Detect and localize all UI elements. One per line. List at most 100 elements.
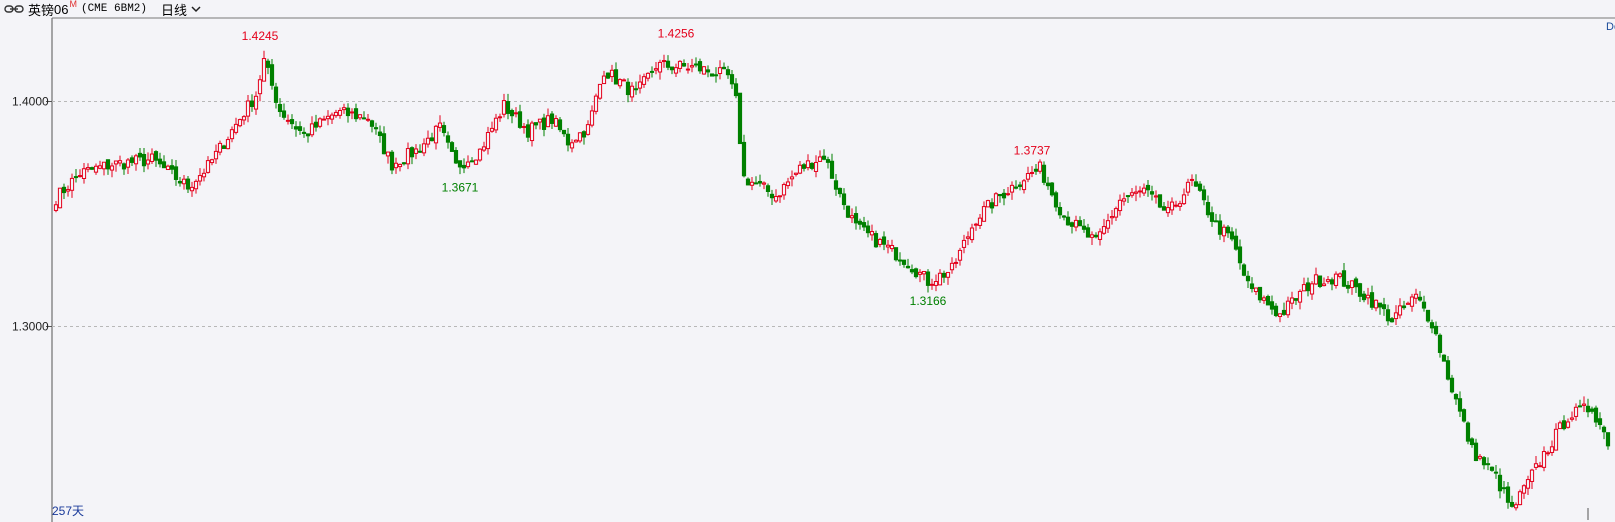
candle[interactable] [545,108,551,128]
candle[interactable] [637,74,643,94]
candle[interactable] [525,119,531,143]
candle[interactable] [145,152,151,170]
candle[interactable] [445,131,451,149]
candle[interactable] [1469,437,1475,448]
candle[interactable] [1513,502,1519,511]
candle[interactable] [1181,188,1187,206]
candle[interactable] [317,117,323,129]
candle[interactable] [537,118,543,130]
candle[interactable] [1573,403,1579,421]
candle[interactable] [1553,423,1559,451]
candle[interactable] [1213,213,1219,223]
candle[interactable] [1517,489,1523,506]
candle[interactable] [149,148,155,165]
candle[interactable] [865,220,871,238]
candle[interactable] [1165,200,1171,217]
candle[interactable] [941,270,947,283]
candle[interactable] [617,78,623,89]
candle[interactable] [541,113,547,137]
candle[interactable] [1001,189,1007,206]
candle[interactable] [717,60,723,80]
candle[interactable] [425,130,431,148]
candle[interactable] [1601,425,1607,440]
candle[interactable] [469,157,475,163]
candle[interactable] [441,121,447,137]
candle[interactable] [1145,180,1151,197]
candle[interactable] [1497,468,1503,499]
candle[interactable] [453,147,459,164]
candle[interactable] [785,177,791,189]
candle[interactable] [1117,194,1123,216]
candle[interactable] [885,239,891,254]
candle[interactable] [201,168,207,182]
candle[interactable] [1577,399,1583,408]
candle[interactable] [157,152,163,168]
candle[interactable] [565,127,571,152]
candle[interactable] [713,67,719,83]
candle[interactable] [477,148,483,162]
candle[interactable] [1077,216,1083,227]
candle[interactable] [61,183,67,199]
candle[interactable] [557,116,563,133]
candle[interactable] [1189,174,1195,187]
candle[interactable] [665,55,671,71]
candle[interactable] [1369,285,1375,310]
candle[interactable] [973,222,979,231]
candle[interactable] [89,166,95,170]
candle[interactable] [1089,231,1095,245]
candle[interactable] [185,176,191,193]
candle[interactable] [233,117,239,135]
candle[interactable] [181,174,187,190]
candle[interactable] [1053,190,1059,212]
candle[interactable] [841,188,847,210]
candle[interactable] [137,148,143,161]
candle[interactable] [549,111,555,129]
candle[interactable] [1433,321,1439,336]
candle[interactable] [265,58,271,75]
candle[interactable] [97,160,103,170]
candle[interactable] [1209,206,1215,227]
candle[interactable] [1425,309,1431,323]
candle[interactable] [1557,420,1563,430]
candle[interactable] [1289,291,1295,310]
candle[interactable] [1445,356,1451,381]
candle[interactable] [581,130,587,145]
candle[interactable] [1493,465,1499,479]
candle[interactable] [781,182,787,200]
candle[interactable] [901,259,907,268]
candle[interactable] [449,140,455,152]
candle[interactable] [285,114,291,125]
candle[interactable] [209,158,215,166]
candle[interactable] [493,113,499,134]
candle[interactable] [1037,159,1043,174]
candle[interactable] [341,103,347,114]
candle[interactable] [629,82,635,102]
candle[interactable] [1429,319,1435,334]
candle[interactable] [1413,288,1419,304]
candle[interactable] [893,247,899,262]
candle[interactable] [1221,224,1227,243]
candle[interactable] [1309,281,1315,300]
candle[interactable] [737,92,743,145]
candle[interactable] [1041,161,1047,186]
candle[interactable] [1537,461,1543,468]
candle[interactable] [421,138,427,157]
candle[interactable] [497,113,503,122]
candle[interactable] [465,155,471,169]
candle[interactable] [825,156,831,169]
candle[interactable] [1441,354,1447,362]
candle[interactable] [337,107,343,119]
candle[interactable] [1317,275,1323,289]
candle[interactable] [1201,185,1207,206]
candle[interactable] [769,189,775,206]
candle[interactable] [249,94,255,112]
candle[interactable] [1465,421,1471,445]
candle[interactable] [1597,412,1603,430]
candle[interactable] [69,173,75,198]
candle[interactable] [1109,209,1115,225]
candle[interactable] [585,120,591,136]
candle[interactable] [1017,181,1023,191]
candle[interactable] [881,231,887,251]
candle[interactable] [897,252,903,266]
candle[interactable] [1593,405,1599,428]
